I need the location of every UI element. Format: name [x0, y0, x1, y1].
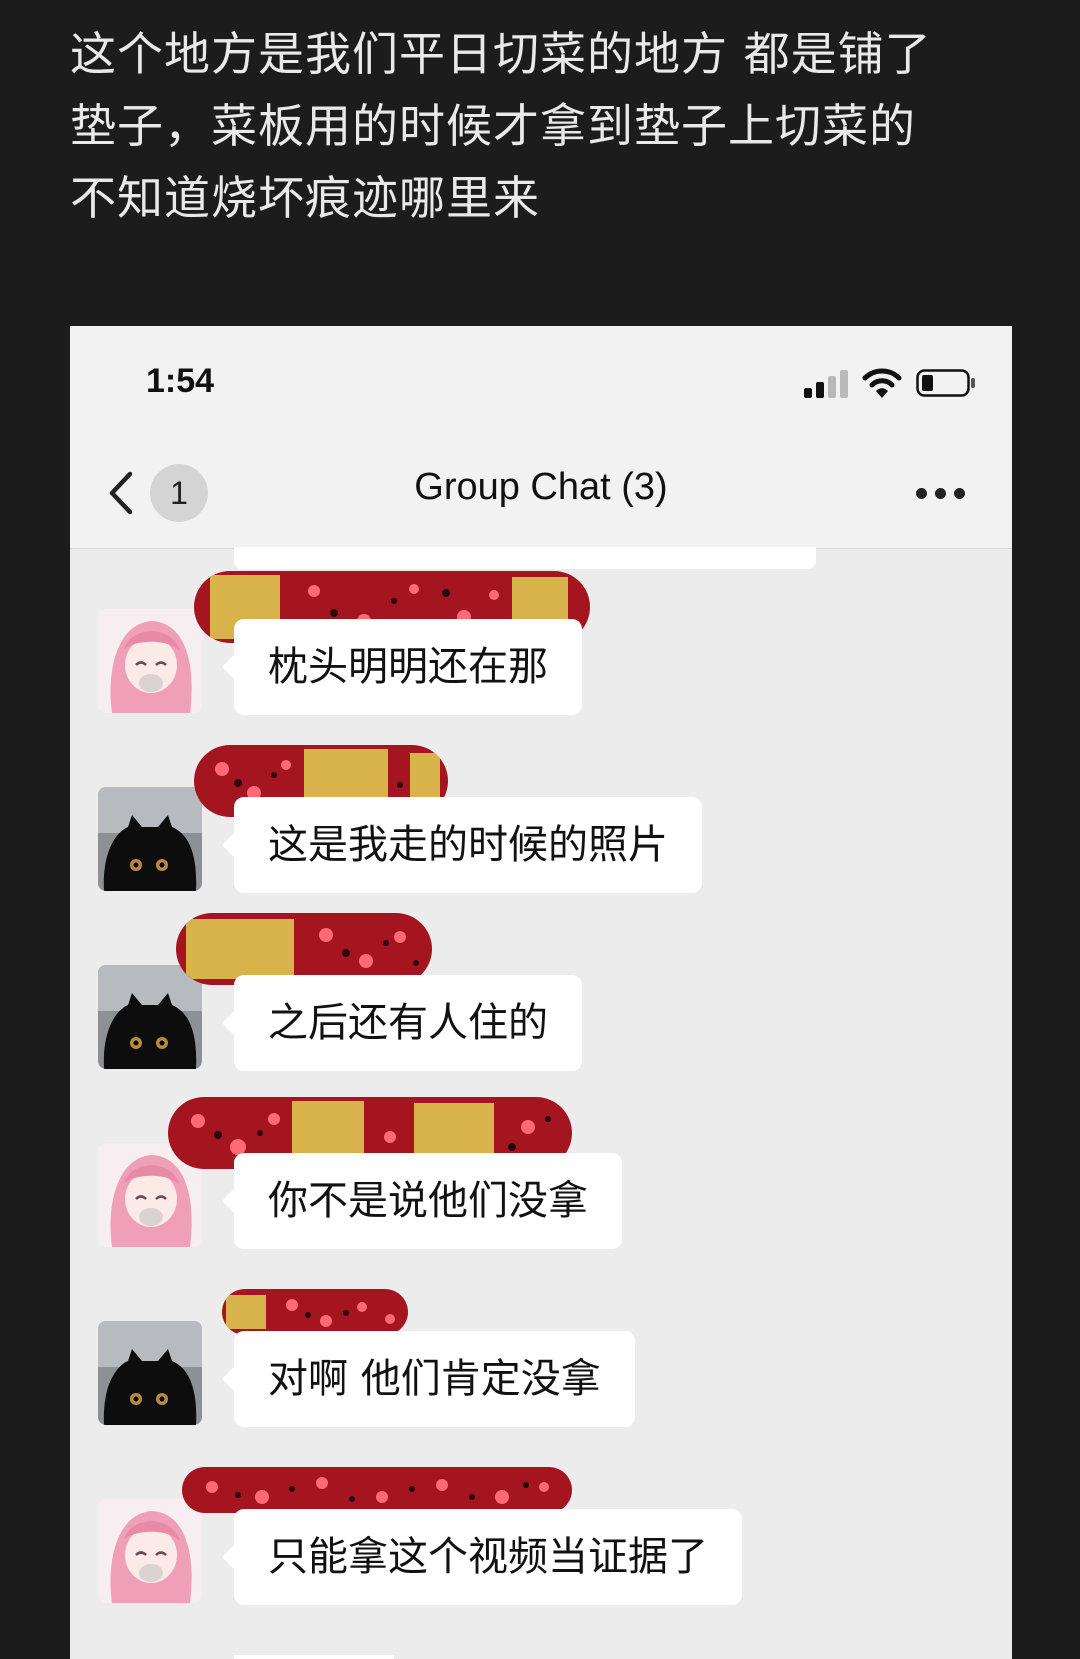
- pink-hair-anime-avatar[interactable]: [98, 1499, 202, 1603]
- message-bubble[interactable]: 这是我走的时候的照片: [222, 797, 702, 893]
- message-bubble[interactable]: 枕头明明还在那: [222, 619, 582, 715]
- message-bubble[interactable]: 之后还有人住的: [222, 975, 582, 1071]
- status-bar: 1:54: [70, 326, 1012, 426]
- wifi-icon: [862, 368, 902, 398]
- chat-header: 1 Group Chat (3): [70, 426, 1012, 549]
- post-caption: 这个地方是我们平日切菜的地方 都是铺了 垫子，菜板用的时候才拿到垫子上切菜的 不…: [70, 18, 1030, 234]
- black-cat-avatar[interactable]: [98, 787, 202, 891]
- redacted-sender-name: [182, 1467, 572, 1513]
- more-options-icon[interactable]: [916, 488, 966, 500]
- redacted-sender-name: [222, 1289, 408, 1335]
- message-bubble[interactable]: 你不是说他们没拿: [222, 1153, 622, 1249]
- message-row: 对啊 他们肯定没拿: [70, 1269, 1012, 1439]
- caption-line: 垫子，菜板用的时候才拿到垫子上切菜的: [70, 99, 916, 153]
- black-cat-avatar[interactable]: [98, 1321, 202, 1425]
- message-row: 之后还有人住的: [70, 913, 1012, 1083]
- chat-title: Group Chat (3): [414, 466, 668, 508]
- cellular-signal-icon: [804, 370, 850, 398]
- next-message-bubble: [234, 1655, 394, 1659]
- message-row: 枕头明明还在那: [70, 557, 1012, 727]
- message-row: 只能拿这个视频当证据了: [70, 1447, 1012, 1617]
- pink-hair-anime-avatar[interactable]: [98, 609, 202, 713]
- message-row: 你不是说他们没拿: [70, 1091, 1012, 1261]
- status-time: 1:54: [146, 362, 215, 400]
- message-list[interactable]: 枕头明明还在那 这是我走的时候的照片 之后还有人住的 你不是说他们没拿 对啊 他…: [70, 547, 1012, 1659]
- message-row: 这是我走的时候的照片: [70, 735, 1012, 905]
- black-cat-avatar[interactable]: [98, 965, 202, 1069]
- caption-line: 这个地方是我们平日切菜的地方 都是铺了: [70, 27, 932, 81]
- message-bubble[interactable]: 对啊 他们肯定没拿: [222, 1331, 635, 1427]
- chat-screenshot: 1:54 1 Group Chat (3) 枕头明明还在那 这是我走的时候的照片…: [70, 326, 1012, 1659]
- message-bubble[interactable]: 只能拿这个视频当证据了: [222, 1509, 742, 1605]
- caption-line: 不知道烧坏痕迹哪里来: [70, 171, 540, 225]
- battery-icon: [916, 369, 975, 397]
